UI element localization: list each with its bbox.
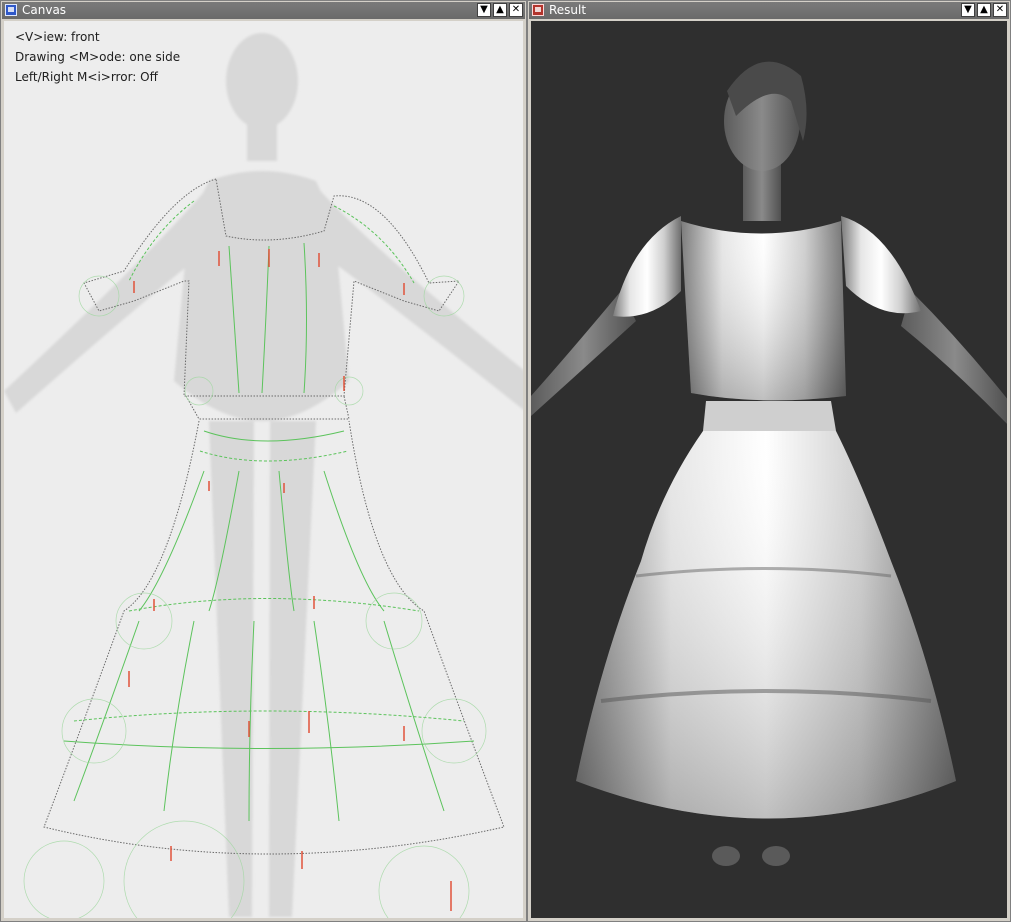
canvas-window-title: Canvas (22, 3, 67, 17)
3d-viewport[interactable] (531, 21, 1007, 918)
result-window-title: Result (549, 3, 587, 17)
rendered-model[interactable] (531, 21, 1007, 918)
maximize-button[interactable]: ▲ (977, 3, 991, 17)
head (724, 61, 807, 221)
canvas-status-overlay: <V>iew: front Drawing <M>ode: one side L… (15, 27, 180, 87)
app-icon (532, 4, 544, 16)
blouse (613, 216, 921, 401)
close-button[interactable]: ✕ (509, 3, 523, 17)
view-status: <V>iew: front (15, 30, 100, 44)
canvas-titlebar[interactable]: Canvas ▼ ▲ ✕ (2, 2, 525, 19)
minimize-button[interactable]: ▼ (961, 3, 975, 17)
feet (712, 846, 790, 866)
maximize-button[interactable]: ▲ (493, 3, 507, 17)
canvas-window[interactable]: Canvas ▼ ▲ ✕ <V>iew: front Drawing <M>od… (0, 0, 527, 922)
result-window[interactable]: Result ▼ ▲ ✕ (527, 0, 1011, 922)
minimize-button[interactable]: ▼ (477, 3, 491, 17)
result-titlebar[interactable]: Result ▼ ▲ ✕ (529, 2, 1009, 19)
mannequin-silhouette (4, 33, 523, 917)
sketch-canvas[interactable]: <V>iew: front Drawing <M>ode: one side L… (4, 21, 523, 918)
sketch-drawing[interactable] (4, 21, 523, 918)
close-button[interactable]: ✕ (993, 3, 1007, 17)
mirror-status: Left/Right M<i>rror: Off (15, 70, 158, 84)
skirt (576, 401, 956, 819)
drawing-mode-status: Drawing <M>ode: one side (15, 50, 181, 64)
app-icon (5, 4, 17, 16)
